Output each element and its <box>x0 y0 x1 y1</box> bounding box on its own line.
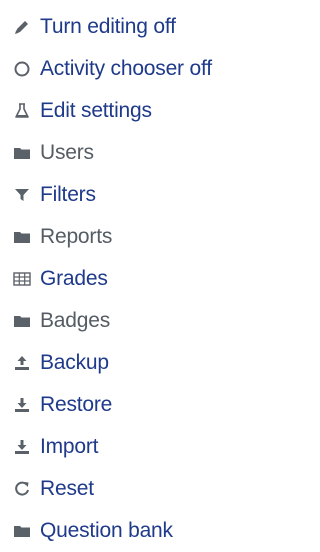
menu-item-label: Filters <box>40 183 96 206</box>
menu-item-label: Import <box>40 435 99 458</box>
filters-item[interactable]: Filters <box>0 174 257 216</box>
folder-icon <box>12 311 32 331</box>
menu-item-label: Badges <box>40 309 111 332</box>
download-icon <box>12 395 32 415</box>
filter-icon <box>12 185 32 205</box>
course-admin-menu: Turn editing off Activity chooser off Ed… <box>0 0 257 542</box>
folder-icon <box>12 227 32 247</box>
restore-item[interactable]: Restore <box>0 384 257 426</box>
flask-icon <box>12 101 32 121</box>
menu-item-label: Restore <box>40 393 113 416</box>
reset-item[interactable]: Reset <box>0 468 257 510</box>
menu-item-label: Question bank <box>40 519 173 542</box>
turn-editing-off-item[interactable]: Turn editing off <box>0 6 257 48</box>
reports-item[interactable]: Reports <box>0 216 257 258</box>
backup-item[interactable]: Backup <box>0 342 257 384</box>
menu-item-label: Backup <box>40 351 109 374</box>
import-item[interactable]: Import <box>0 426 257 468</box>
menu-item-label: Users <box>40 141 94 164</box>
menu-item-label: Turn editing off <box>40 15 176 38</box>
refresh-icon <box>12 479 32 499</box>
menu-item-label: Reports <box>40 225 113 248</box>
menu-item-label: Grades <box>40 267 108 290</box>
users-item[interactable]: Users <box>0 132 257 174</box>
edit-settings-item[interactable]: Edit settings <box>0 90 257 132</box>
download-icon <box>12 437 32 457</box>
folder-icon <box>12 143 32 163</box>
folder-icon <box>12 521 32 541</box>
menu-item-label: Reset <box>40 477 94 500</box>
circle-icon <box>12 59 32 79</box>
badges-item[interactable]: Badges <box>0 300 257 342</box>
pencil-icon <box>12 17 32 37</box>
table-icon <box>12 269 32 289</box>
menu-item-label: Activity chooser off <box>40 57 212 80</box>
upload-icon <box>12 353 32 373</box>
question-bank-item[interactable]: Question bank <box>0 510 257 552</box>
activity-chooser-off-item[interactable]: Activity chooser off <box>0 48 257 90</box>
grades-item[interactable]: Grades <box>0 258 257 300</box>
menu-item-label: Edit settings <box>40 99 152 122</box>
